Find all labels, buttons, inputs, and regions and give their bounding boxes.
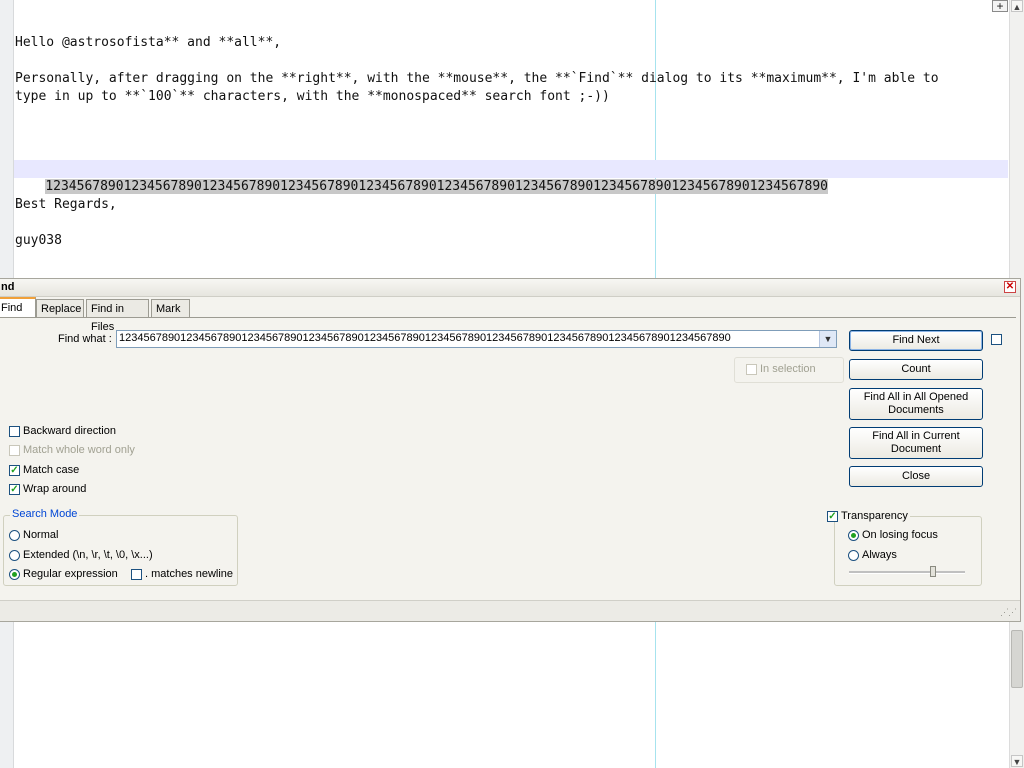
editor-current-line: 1234567890123456789012345678901234567890… [14,160,1008,194]
expand-button[interactable]: + [992,0,1008,12]
transparency-slider-thumb[interactable] [929,566,936,577]
always-radio[interactable]: Always [848,549,897,561]
always-label: Always [862,549,897,561]
checkbox-icon[interactable] [746,363,757,375]
normal-label: Normal [23,529,59,541]
checkbox-icon[interactable] [9,444,20,456]
backward-direction-label: Backward direction [23,425,116,437]
normal-radio[interactable]: Normal [9,529,58,541]
radio-icon[interactable] [9,549,20,561]
radio-selected-icon[interactable] [848,529,859,541]
find-all-current-label-1: Find All in Current [872,430,960,442]
dialog-title: nd [1,281,15,293]
dialog-close-icon[interactable]: ✕ [1004,281,1016,293]
checkbox-icon[interactable] [9,425,20,437]
scroll-down-arrow-icon[interactable]: ▼ [1011,755,1023,767]
in-selection-label: In selection [760,363,816,375]
in-selection-checkbox[interactable]: In selection [746,363,816,375]
find-what-label: Find what : [58,333,112,345]
wrap-around-checkbox[interactable]: ✓ Wrap around [9,483,86,495]
tab-mark[interactable]: Mark [151,299,190,317]
editor-line-2: Personally, after dragging on the **righ… [15,71,939,86]
selected-text: 1234567890123456789012345678901234567890… [45,179,828,194]
on-losing-focus-label: On losing focus [862,529,938,541]
radio-icon[interactable] [848,549,859,561]
find-all-opened-label-2: Documents [888,404,944,416]
backward-direction-checkbox[interactable]: Backward direction [9,425,116,437]
tab-find-in-files[interactable]: Find in Files [86,299,149,333]
wrap-around-label: Wrap around [23,483,87,495]
match-whole-word-label: Match whole word only [23,444,135,456]
matches-newline-checkbox[interactable]: . matches newline [131,568,233,580]
close-button[interactable]: Close [849,466,983,487]
match-whole-word-checkbox[interactable]: Match whole word only [9,444,135,456]
transparency-checkbox[interactable]: ✓ Transparency [827,510,910,522]
scroll-up-arrow-icon[interactable]: ▲ [1011,0,1023,12]
scrollbar-thumb[interactable] [1011,630,1023,688]
checkmark-icon[interactable]: ✓ [9,464,20,476]
checkmark-icon[interactable]: ✓ [9,483,20,495]
find-all-opened-label-1: Find All in All Opened [863,391,969,403]
dialog-statusbar: ⋰⋰ [0,600,1020,621]
dialog-titlebar[interactable]: nd ✕ [0,279,1020,297]
find-all-opened-button[interactable]: Find All in All Opened Documents [849,388,983,420]
editor-line-6: guy038 [15,233,62,248]
radio-icon[interactable] [9,529,20,541]
find-what-combobox[interactable]: 1234567890123456789012345678901234567890… [116,330,837,348]
tab-replace[interactable]: Replace [36,299,84,317]
search-mode-legend: Search Mode [10,508,80,520]
on-losing-focus-radio[interactable]: On losing focus [848,529,938,541]
extended-radio[interactable]: Extended (\n, \r, \t, \0, \x...) [9,549,153,561]
find-all-current-label-2: Document [890,443,942,455]
match-case-checkbox[interactable]: ✓ Match case [9,464,79,476]
checkmark-icon[interactable]: ✓ [827,510,838,522]
match-case-label: Match case [23,464,80,476]
regex-label: Regular expression [23,568,118,580]
matches-newline-label: . matches newline [145,568,234,580]
editor-line-5: Best Regards, [15,197,117,212]
find-next-button[interactable]: Find Next [849,330,983,351]
checkbox-icon[interactable] [131,568,142,580]
find-what-input[interactable]: 1234567890123456789012345678901234567890… [119,332,819,344]
find-next-option-checkbox[interactable] [991,334,1005,345]
checkbox-icon[interactable] [991,334,1002,345]
chevron-down-icon[interactable]: ▼ [819,331,836,347]
transparency-slider-track[interactable] [849,571,965,574]
transparency-label: Transparency [841,510,908,522]
regex-radio[interactable]: Regular expression [9,568,118,580]
tab-find[interactable]: Find [0,297,36,318]
resize-grip-icon[interactable]: ⋰⋰ [1000,607,1017,618]
editor-line-1: Hello @astrosofista** and **all**, [15,35,282,50]
editor-line-3: type in up to **`100`** characters, with… [15,89,610,104]
radio-selected-icon[interactable] [9,568,20,580]
find-all-current-button[interactable]: Find All in Current Document [849,427,983,459]
extended-label: Extended (\n, \r, \t, \0, \x...) [23,549,153,561]
count-button[interactable]: Count [849,359,983,380]
